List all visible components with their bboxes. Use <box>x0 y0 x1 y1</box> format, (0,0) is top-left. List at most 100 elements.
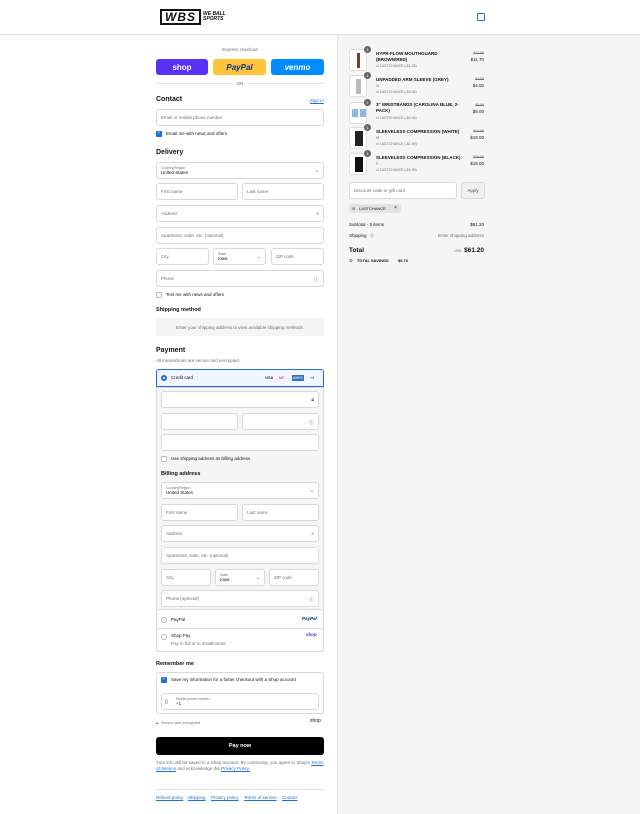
lock-icon: 🔒︎ <box>311 397 314 403</box>
zip-field[interactable]: ZIP code <box>271 248 324 265</box>
text-me-label: Text me with news and offers <box>166 292 224 297</box>
search-icon: ⌕ <box>311 531 314 537</box>
more-cards-label: +4 <box>310 376 314 380</box>
shipping-title: Shipping method <box>156 307 201 313</box>
phone-icon: ▯ <box>165 699 168 705</box>
footer-terms-link[interactable]: Terms of service <box>244 795 277 800</box>
apartment-field[interactable]: Apartment, suite, etc. (optional) <box>156 227 324 244</box>
paypal-radio[interactable] <box>161 617 167 623</box>
shop-pay-button[interactable]: shop <box>156 59 208 75</box>
discount-tag: ⊘ LASTCHANCE (-$1.25) <box>376 64 417 68</box>
discount-tag: ⊘ LASTCHANCE (-$0.99) <box>376 116 417 120</box>
state-select[interactable]: State Iowa ⌄ <box>213 248 266 265</box>
text-me-checkbox[interactable] <box>156 292 162 298</box>
privacy-policy-link[interactable]: Privacy Policy. <box>221 766 250 771</box>
last-name-field[interactable]: Last name <box>242 183 324 200</box>
billing-city-field[interactable]: City <box>161 569 211 586</box>
paypal-logo: PayPal <box>302 616 317 621</box>
quantity-badge: 1 <box>364 150 371 157</box>
paypal-button[interactable]: PayPal <box>213 59 266 75</box>
address-field[interactable]: Address ⌕ <box>156 205 324 222</box>
name-on-card-field[interactable] <box>161 434 319 451</box>
phone-field[interactable]: Phone ⓘ <box>156 270 324 287</box>
shop-text-logo: shop <box>310 718 321 724</box>
price: $18.00 <box>470 161 484 166</box>
help-icon[interactable]: ⓘ <box>314 276 319 283</box>
price: $18.00 <box>470 135 484 140</box>
billing-country-select[interactable]: Country/Region United States ⌄ <box>161 482 319 499</box>
terms-text: Your info will be saved to a Shop accoun… <box>156 760 324 772</box>
billing-apartment-field[interactable]: Apartment, suite, etc. (optional) <box>161 547 319 564</box>
footer-refund-link[interactable]: Refund policy <box>156 795 183 800</box>
shop-pay-sub: Pay in full or in installments <box>171 641 226 646</box>
delivery-title: Delivery <box>156 149 184 156</box>
shop-pay-radio[interactable] <box>161 634 167 640</box>
logo[interactable]: WBS WE BALL SPORTS <box>160 9 235 25</box>
news-checkbox[interactable] <box>156 130 162 137</box>
footer-contact-link[interactable]: Contact <box>282 795 298 800</box>
visa-icon: VISA <box>265 376 274 380</box>
first-name-field[interactable]: First name <box>156 183 238 200</box>
product-image <box>349 49 367 71</box>
or-label: OR <box>232 81 248 86</box>
product-image <box>349 153 367 175</box>
billing-zip-field[interactable]: ZIP code <box>269 569 319 586</box>
credit-card-radio[interactable] <box>161 375 167 381</box>
billing-phone-placeholder: Phone (optional) <box>166 596 200 601</box>
discount-text: LASTCHANCE (-$0.99) <box>379 116 417 120</box>
mobile-phone-field[interactable]: Mobile phone number +1 <box>161 693 319 710</box>
subtotal-value: $61.20 <box>470 222 484 227</box>
discount-tag: ⊘ LASTCHANCE (-$1.99) <box>376 168 417 172</box>
discount-text: LASTCHANCE (-$1.99) <box>379 168 417 172</box>
footer-shipping-link[interactable]: Shipping <box>188 795 206 800</box>
billing-address-field[interactable]: Address ⌕ <box>161 525 319 542</box>
discount-chip-code: LASTCHANCE <box>359 206 386 211</box>
variant: M <box>376 136 379 140</box>
city-field[interactable]: City <box>156 248 209 265</box>
expiry-field[interactable] <box>161 413 238 430</box>
country-select[interactable]: Country/Region United States ⌄ <box>156 162 324 179</box>
security-code-field[interactable]: ⓘ <box>242 413 319 430</box>
search-icon: ⌕ <box>316 211 319 217</box>
payment-title: Payment <box>156 347 186 354</box>
sign-in-link[interactable]: Sign in <box>310 98 324 103</box>
help-icon[interactable]: ⓘ <box>309 419 314 426</box>
country-value: United States <box>161 170 189 175</box>
close-icon[interactable]: × <box>394 205 397 211</box>
savings-label: TOTAL SAVINGS <box>357 258 389 263</box>
shipping-label: Shipping <box>349 233 367 238</box>
discount-text: LASTCHANCE (-$0.45) <box>379 90 417 94</box>
logo-text: WE BALL SPORTS <box>203 11 226 22</box>
shipping-note-text: Enter your shipping address to view avai… <box>175 324 305 330</box>
state-value: Iowa <box>218 256 228 261</box>
logo-mark: WBS <box>160 9 201 25</box>
billing-first-name-field[interactable]: First name <box>161 504 238 521</box>
bag-icon[interactable] <box>477 13 485 21</box>
discount-tag: ⊘ LASTCHANCE (-$1.99) <box>376 142 417 146</box>
terms-part-1: Your info will be saved to a Shop accoun… <box>156 760 311 765</box>
billing-state-select[interactable]: State Iowa ⌄ <box>215 569 265 586</box>
total-value: $61.20 <box>464 247 484 254</box>
shipping-note: Enter your shipping address to view avai… <box>156 318 324 336</box>
help-icon[interactable]: ⓘ <box>309 596 314 603</box>
address-placeholder: Address <box>161 211 178 216</box>
credit-card-label: Credit card <box>171 375 194 380</box>
pay-now-button[interactable]: Pay now <box>156 737 324 755</box>
subtotal-label: Subtotal · 5 items <box>349 222 385 227</box>
billing-last-name-field[interactable]: Last name <box>242 504 319 521</box>
save-info-checkbox[interactable] <box>161 676 167 683</box>
billing-title: Billing address <box>161 471 201 477</box>
footer-privacy-link[interactable]: Privacy policy <box>211 795 239 800</box>
billing-phone-field[interactable]: Phone (optional) ⓘ <box>161 590 319 607</box>
apply-button[interactable]: Apply <box>461 182 485 199</box>
header: WBS WE BALL SPORTS <box>0 0 640 35</box>
original-price: $19.99 <box>473 129 484 133</box>
discount-code-input[interactable]: Discount code or gift card <box>349 182 457 199</box>
help-icon[interactable]: ⓘ <box>370 233 374 239</box>
email-field[interactable]: Email or mobile phone number <box>156 109 324 126</box>
footer-divider <box>156 789 324 790</box>
payment-subtitle: All transactions are secure and encrypte… <box>156 358 241 363</box>
use-shipping-checkbox[interactable] <box>161 456 167 462</box>
card-number-field[interactable]: 🔒︎ <box>161 391 319 408</box>
venmo-button[interactable]: venmo <box>271 59 324 75</box>
